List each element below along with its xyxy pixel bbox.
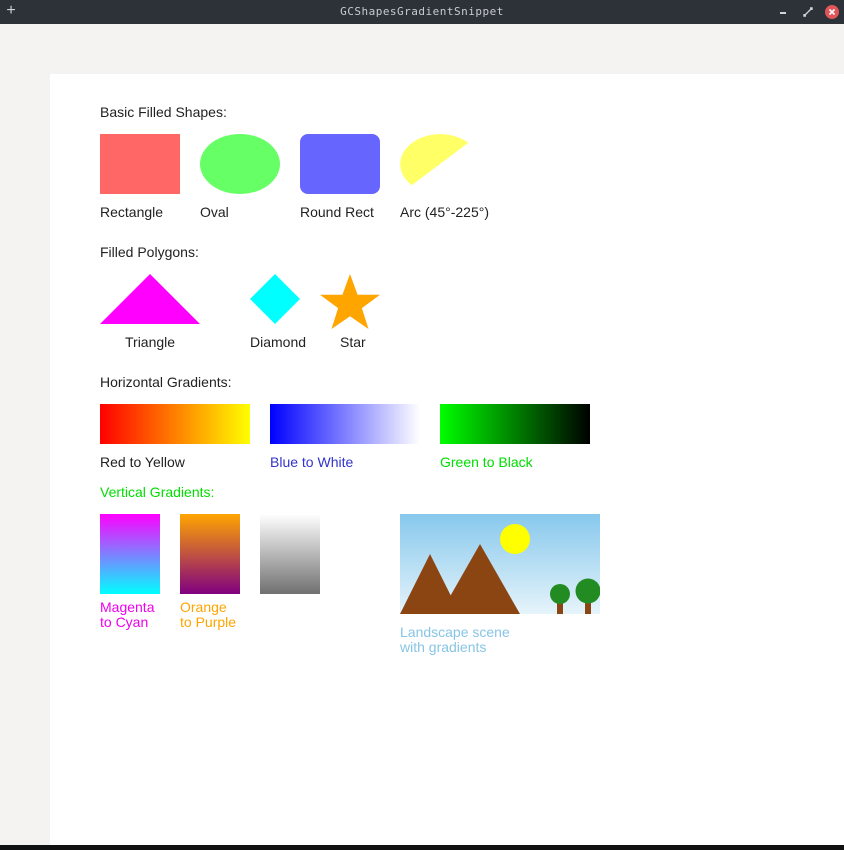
sun xyxy=(500,524,530,554)
landscape-label: Landscape scene with gradients xyxy=(400,624,510,655)
maximize-icon[interactable] xyxy=(801,5,815,19)
orange-purple-label: Orange to Purple xyxy=(180,599,237,630)
oval-shape xyxy=(200,134,280,194)
triangle-shape xyxy=(100,274,200,324)
magenta-cyan-label: Magenta to Cyan xyxy=(100,599,155,630)
diamond-shape xyxy=(250,274,300,324)
window-title: GCShapesGradientSnippet xyxy=(340,5,504,18)
rectangle-shape xyxy=(100,134,180,194)
close-icon[interactable] xyxy=(825,5,839,19)
diamond-label: Diamond xyxy=(250,334,307,350)
section-horizontal-gradients: Horizontal Gradients: xyxy=(100,374,232,390)
blue-white-gradient xyxy=(270,404,420,444)
minimize-icon[interactable] xyxy=(777,5,791,19)
green-black-gradient xyxy=(440,404,590,444)
red-yellow-gradient xyxy=(100,404,250,444)
orange-purple-gradient xyxy=(180,514,240,594)
landscape-scene xyxy=(400,514,600,614)
white-gray-gradient xyxy=(260,514,320,594)
triangle-label: Triangle xyxy=(125,334,176,350)
arc-shape xyxy=(400,134,469,186)
round-rect-shape xyxy=(300,134,380,194)
star-shape xyxy=(320,274,380,329)
green-black-label: Green to Black xyxy=(440,454,533,470)
star-label: Star xyxy=(340,334,366,350)
section-vertical-gradients: Vertical Gradients: xyxy=(100,484,215,500)
blue-white-label: Blue to White xyxy=(270,454,354,470)
red-yellow-label: Red to Yellow xyxy=(100,454,185,470)
tree-large xyxy=(575,578,600,604)
tree-small xyxy=(550,584,570,604)
magenta-cyan-gradient xyxy=(100,514,160,594)
arc-label: Arc (45°-225°) xyxy=(400,204,490,220)
section-polygons: Filled Polygons: xyxy=(100,244,199,260)
drawing-canvas: Basic Filled Shapes: Rectangle Oval Roun… xyxy=(50,74,844,845)
rectangle-label: Rectangle xyxy=(100,204,164,220)
bottom-bar xyxy=(0,845,844,850)
title-bar: + GCShapesGradientSnippet xyxy=(0,0,844,25)
oval-label: Oval xyxy=(200,204,229,220)
section-basic-shapes: Basic Filled Shapes: xyxy=(100,104,227,120)
round-rect-label: Round Rect xyxy=(300,204,374,220)
